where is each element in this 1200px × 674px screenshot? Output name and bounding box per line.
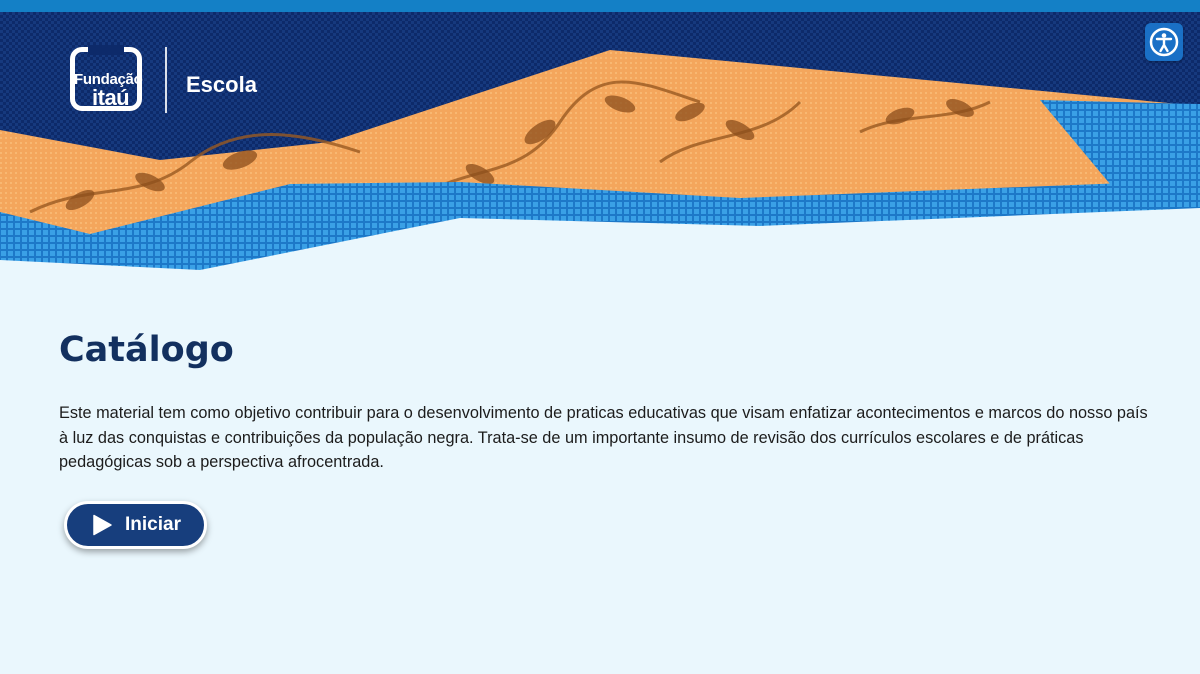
start-button-label: Iniciar bbox=[125, 514, 181, 535]
header-banner bbox=[0, 12, 1200, 274]
top-strip bbox=[0, 0, 1200, 12]
product-label: Escola bbox=[186, 72, 257, 97]
fundacao-itau-logo[interactable]: Fundação itaú bbox=[70, 45, 146, 113]
fabric-collage bbox=[0, 12, 1200, 274]
logo-divider bbox=[165, 47, 167, 113]
accessibility-button[interactable] bbox=[1145, 23, 1183, 61]
logo-text-itau: itaú bbox=[92, 85, 130, 110]
catalog-description: Este material tem como objetivo contribu… bbox=[59, 404, 1148, 471]
logo-frame-gap bbox=[88, 45, 124, 55]
page-title: Catálogo bbox=[59, 330, 234, 370]
play-icon bbox=[93, 514, 112, 536]
accessibility-icon bbox=[1149, 27, 1179, 57]
start-button[interactable]: Iniciar bbox=[64, 501, 207, 549]
